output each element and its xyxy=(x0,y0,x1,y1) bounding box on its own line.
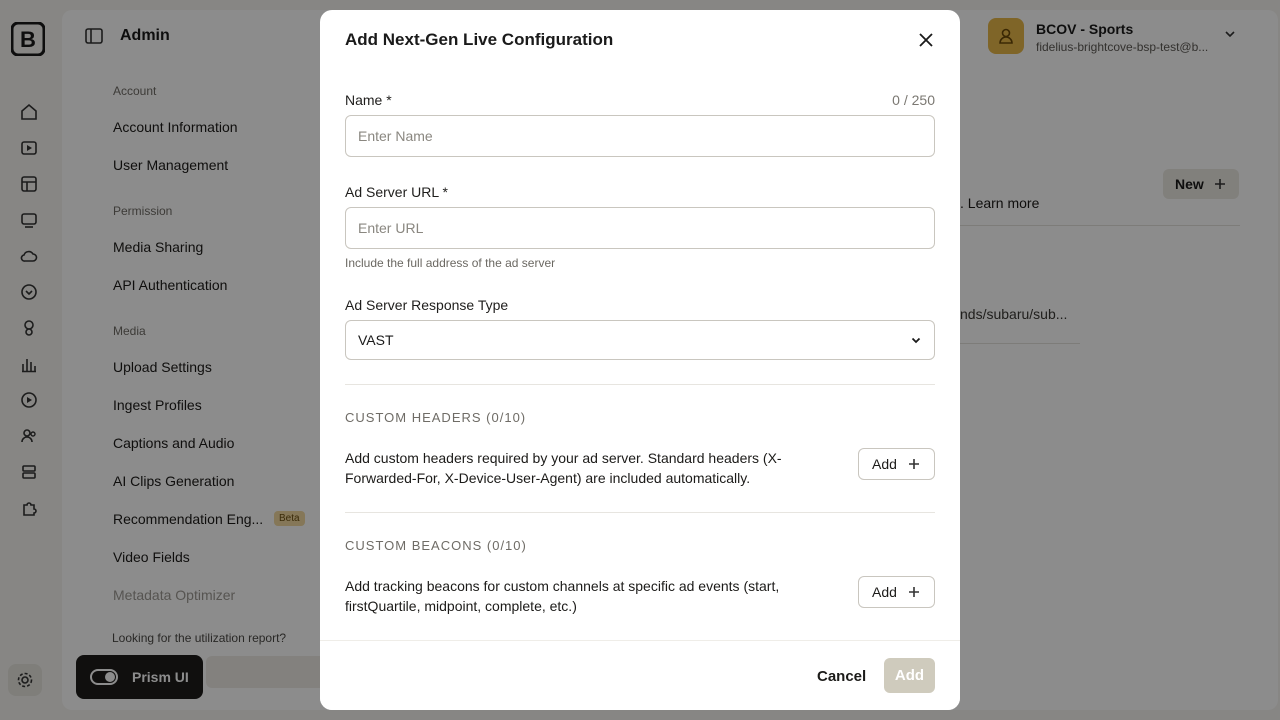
close-icon xyxy=(919,33,933,47)
custom-beacons-description: Add tracking beacons for custom channels… xyxy=(345,578,780,614)
response-type-value: VAST xyxy=(358,332,394,348)
name-input[interactable] xyxy=(345,115,935,157)
divider xyxy=(345,512,935,513)
response-type-label: Ad Server Response Type xyxy=(345,297,509,313)
response-type-select[interactable]: VAST xyxy=(345,320,935,360)
custom-headers-title: CUSTOM HEADERS (0/10) xyxy=(345,410,527,425)
ad-server-url-label: Ad Server URL * xyxy=(345,184,448,200)
divider xyxy=(345,384,935,385)
add-custom-beacon-button[interactable]: Add xyxy=(858,576,935,608)
ad-server-url-help: Include the full address of the ad serve… xyxy=(345,256,556,270)
modal-title: Add Next-Gen Live Configuration xyxy=(345,30,614,49)
custom-headers-description: Add custom headers required by your ad s… xyxy=(345,450,782,486)
name-character-counter: 0 / 250 xyxy=(892,92,935,108)
add-configuration-modal: Add Next-Gen Live Configuration Name * 0… xyxy=(320,10,960,710)
plus-icon xyxy=(908,587,919,597)
plus-icon xyxy=(908,459,919,469)
cancel-button[interactable]: Cancel xyxy=(817,668,866,685)
ad-server-url-input[interactable] xyxy=(345,207,935,249)
custom-beacons-title: CUSTOM BEACONS (0/10) xyxy=(345,538,527,553)
close-button[interactable] xyxy=(914,28,938,52)
submit-add-button[interactable]: Add xyxy=(884,658,935,693)
modal-footer: Cancel Add xyxy=(320,640,960,710)
chevron-down-icon xyxy=(911,337,921,344)
add-button-label: Add xyxy=(872,456,897,472)
add-custom-header-button[interactable]: Add xyxy=(858,448,935,480)
add-button-label: Add xyxy=(872,584,897,600)
name-label: Name * xyxy=(345,92,392,108)
